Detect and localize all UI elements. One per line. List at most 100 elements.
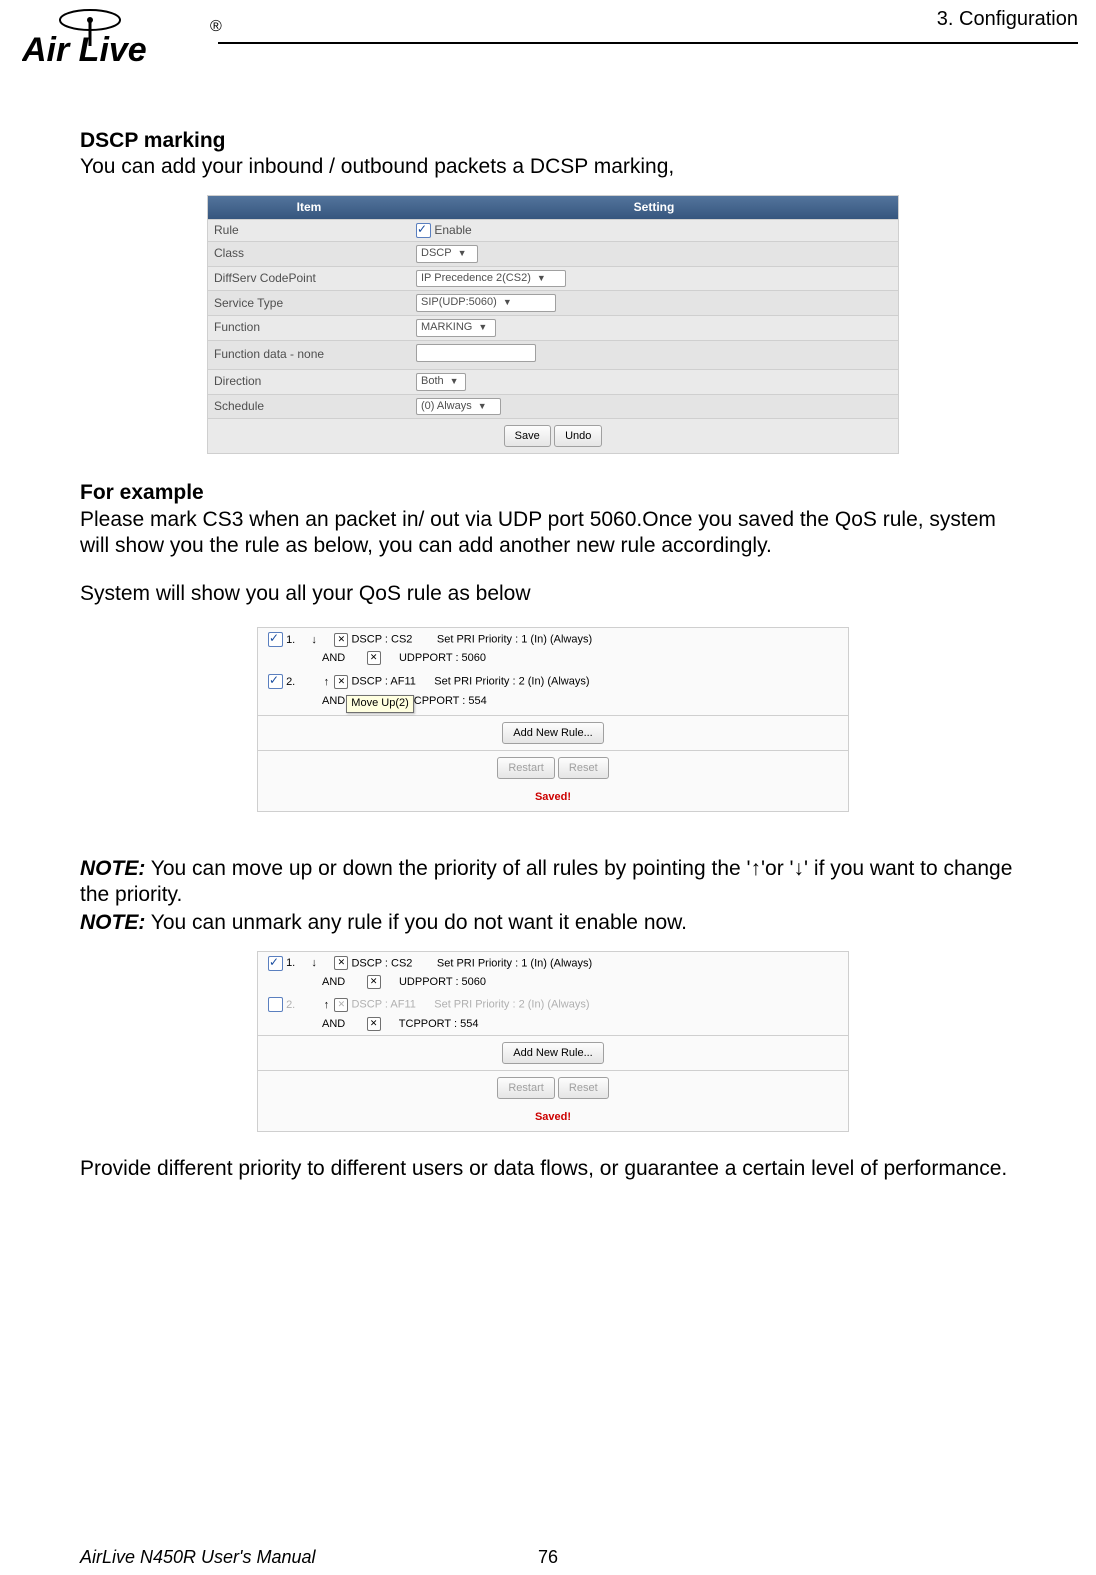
row-service-label: Service Type: [208, 291, 410, 316]
rule1-dscp: DSCP: [351, 957, 381, 969]
rule2-port-val: : 554: [462, 695, 486, 707]
rule1-enable-checkbox[interactable]: [268, 956, 283, 971]
rule1-enable-checkbox[interactable]: [268, 632, 283, 647]
rule2-port-val: : 554: [454, 1017, 478, 1029]
chevron-down-icon: ▼: [503, 297, 512, 307]
rule2-dscp: DSCP: [351, 676, 381, 688]
rule-row: 1. ↓ ✕ DSCP : CS2 Set PRI Priority : 1 (…: [258, 952, 848, 975]
diffserv-select[interactable]: IP Precedence 2(CS2)▼: [416, 270, 566, 288]
qos-rules-list-2: 1. ↓ ✕ DSCP : CS2 Set PRI Priority : 1 (…: [257, 951, 849, 1132]
delete-icon[interactable]: ✕: [367, 1017, 381, 1031]
rule-enable-checkbox[interactable]: [416, 223, 431, 238]
rule-subrow: AND Move Up(2)CPPORT : 554: [258, 693, 848, 715]
rule1-action: Set PRI Priority: [437, 957, 512, 969]
rule1-and: AND: [322, 652, 345, 664]
delete-icon[interactable]: ✕: [334, 998, 348, 1012]
save-button[interactable]: Save: [504, 425, 551, 447]
chevron-down-icon: ▼: [458, 248, 467, 258]
rule1-dscp-val: : CS2: [385, 957, 413, 969]
saved-status: Saved!: [535, 1111, 571, 1123]
rule1-port: UDPPORT: [399, 976, 452, 988]
row-funcdata-label: Function data - none: [208, 340, 410, 369]
function-data-input[interactable]: [416, 344, 536, 362]
row-diffserv-label: DiffServ CodePoint: [208, 266, 410, 291]
note1-body: You can move up or down the priority of …: [80, 857, 1012, 906]
restart-button[interactable]: Restart: [497, 757, 554, 779]
add-new-rule-button[interactable]: Add New Rule...: [502, 722, 603, 744]
arrow-up-icon[interactable]: ↑: [321, 999, 331, 1013]
service-type-select[interactable]: SIP(UDP:5060)▼: [416, 294, 556, 312]
dscp-desc: You can add your inbound / outbound pack…: [80, 154, 1026, 180]
schedule-select[interactable]: (0) Always▼: [416, 398, 501, 416]
delete-icon[interactable]: ✕: [367, 651, 381, 665]
rule-enable-text: Enable: [434, 223, 471, 237]
dscp-heading: DSCP marking: [80, 128, 1026, 154]
dscp-settings-table: Item Setting Rule Enable: [207, 195, 899, 455]
arrow-down-icon[interactable]: ↓: [309, 634, 319, 648]
svg-text:Air Live: Air Live: [22, 31, 147, 69]
rule2-enable-checkbox[interactable]: [268, 674, 283, 689]
rule1-and: AND: [322, 976, 345, 988]
rule-row: 2. ↑ ✕ DSCP : AF11 Set PRI Priority : 2 …: [258, 670, 848, 693]
add-new-rule-button[interactable]: Add New Rule...: [502, 1042, 603, 1064]
rule-num: 2.: [286, 999, 306, 1013]
move-up-tooltip: Move Up(2): [346, 695, 413, 713]
arrow-up-icon[interactable]: ↑: [321, 676, 331, 690]
reset-button[interactable]: Reset: [558, 1077, 609, 1099]
rule1-port: UDPPORT: [399, 652, 452, 664]
chevron-down-icon: ▼: [537, 273, 546, 283]
reset-button[interactable]: Reset: [558, 757, 609, 779]
brand-logo: Air Live ®: [22, 6, 222, 81]
restart-button[interactable]: Restart: [497, 1077, 554, 1099]
rule2-action: Set PRI Priority: [434, 676, 509, 688]
rule1-port-val: : 5060: [455, 652, 486, 664]
rule2-port: CPPORT: [414, 695, 459, 707]
header-divider: [218, 42, 1078, 44]
footer-page-number: 76: [0, 1547, 1096, 1568]
rule-row: 2. ↑ ✕ DSCP : AF11 Set PRI Priority : 2 …: [258, 993, 848, 1016]
rule-subrow: AND ✕ UDPPORT : 5060: [258, 651, 848, 670]
example-p1: Please mark CS3 when an packet in/ out v…: [80, 507, 1026, 560]
note-label: NOTE:: [80, 911, 145, 934]
rule1-action-val: : 1 (In) (Always): [515, 634, 592, 646]
rule2-port: TCPPORT: [399, 1017, 451, 1029]
qos-rules-list-1: 1. ↓ ✕ DSCP : CS2 Set PRI Priority : 1 (…: [257, 627, 849, 811]
chevron-down-icon: ▼: [478, 322, 487, 332]
rule-num: 2.: [286, 676, 306, 690]
rule-num: 1.: [286, 957, 306, 971]
chevron-down-icon: ▼: [450, 376, 459, 386]
delete-icon[interactable]: ✕: [367, 975, 381, 989]
row-direction-label: Direction: [208, 369, 410, 394]
rule2-and: AND: [322, 1017, 345, 1029]
delete-icon[interactable]: ✕: [334, 675, 348, 689]
row-rule-label: Rule: [208, 219, 410, 241]
delete-icon[interactable]: ✕: [334, 633, 348, 647]
rule1-dscp-val: : CS2: [385, 634, 413, 646]
rule1-port-val: : 5060: [455, 976, 486, 988]
delete-icon[interactable]: ✕: [334, 956, 348, 970]
function-select[interactable]: MARKING▼: [416, 319, 496, 337]
rule2-dscp-val: : AF11: [385, 999, 416, 1011]
rule2-dscp: DSCP: [351, 999, 381, 1011]
example-p2: System will show you all your QoS rule a…: [80, 581, 1026, 607]
rule2-action-val: : 2 (In) (Always): [512, 999, 589, 1011]
direction-select[interactable]: Both▼: [416, 373, 466, 391]
col-setting: Setting: [410, 196, 898, 220]
rule1-action: Set PRI Priority: [437, 634, 512, 646]
rule2-action-val: : 2 (In) (Always): [512, 676, 589, 688]
rule2-dscp-val: : AF11: [385, 676, 416, 688]
class-select[interactable]: DSCP▼: [416, 245, 478, 263]
closing-paragraph: Provide different priority to different …: [80, 1156, 1026, 1182]
col-item: Item: [208, 196, 410, 220]
undo-button[interactable]: Undo: [554, 425, 602, 447]
chevron-down-icon: ▼: [478, 401, 487, 411]
rule-subrow: AND ✕ TCPPORT : 554: [258, 1017, 848, 1036]
row-class-label: Class: [208, 241, 410, 266]
note-label: NOTE:: [80, 857, 145, 880]
rule2-enable-checkbox[interactable]: [268, 997, 283, 1012]
rule2-and: AND: [322, 695, 345, 707]
rule1-action-val: : 1 (In) (Always): [515, 957, 592, 969]
arrow-down-icon[interactable]: ↓: [309, 957, 319, 971]
rule-row: 1. ↓ ✕ DSCP : CS2 Set PRI Priority : 1 (…: [258, 628, 848, 651]
saved-status: Saved!: [535, 791, 571, 803]
